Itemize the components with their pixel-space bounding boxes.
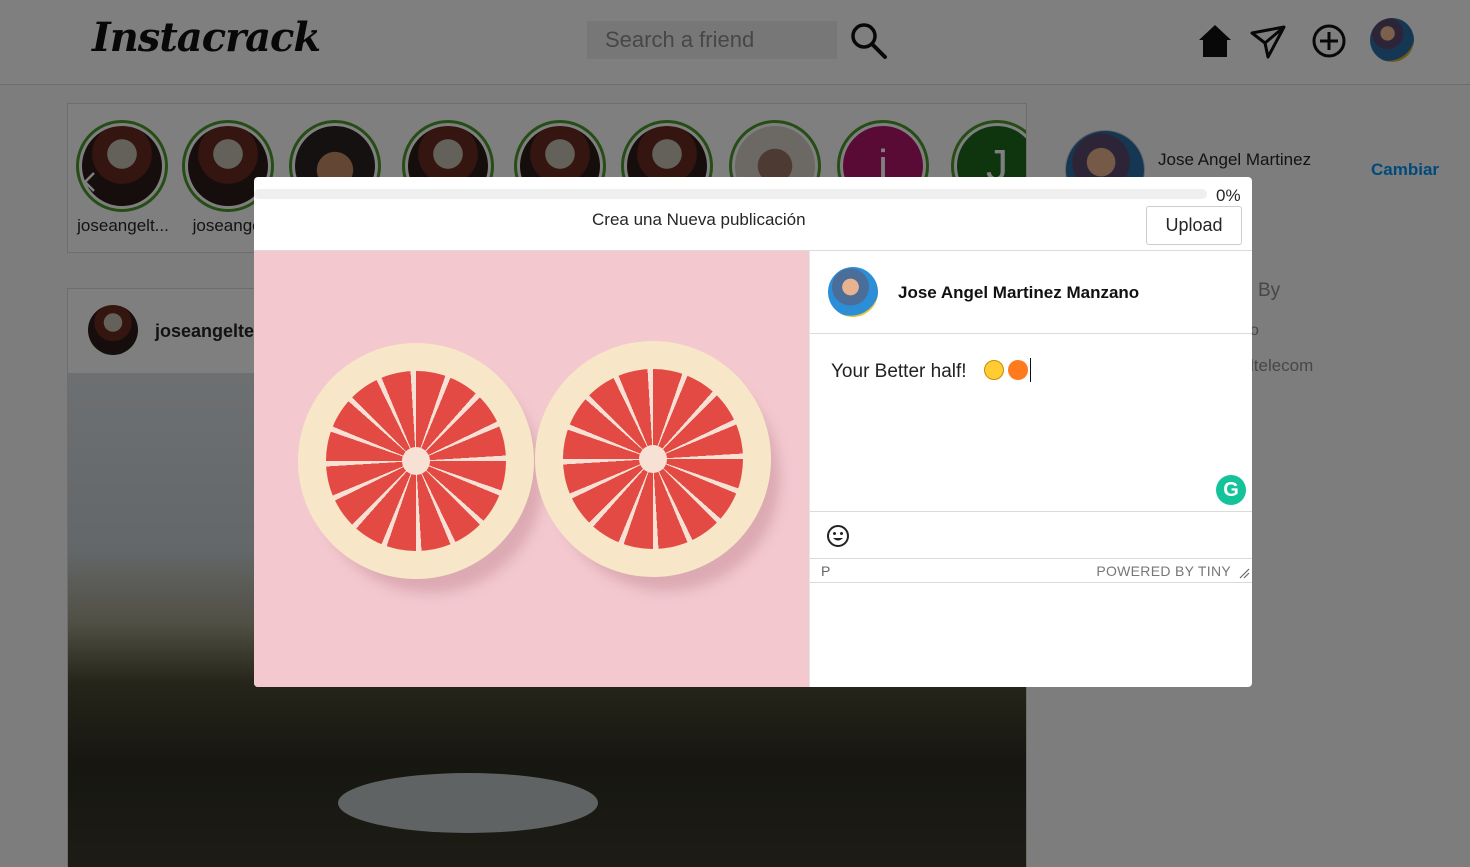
author-name: Jose Angel Martinez Manzano <box>898 283 1140 302</box>
caption-editor[interactable]: Your Better half! G <box>809 334 1252 511</box>
star-struck-emoji <box>983 360 1004 380</box>
editor-blank-area <box>809 583 1252 687</box>
element-path[interactable]: P <box>821 563 830 579</box>
grapefruit-half-right <box>535 341 781 592</box>
editor-statusbar: P POWERED BY TINY <box>809 559 1252 583</box>
modal-title: Crea una Nueva publicación <box>592 210 806 229</box>
text-caret <box>1029 358 1031 382</box>
caption-text[interactable]: Your Better half! <box>831 358 1031 383</box>
emoji-picker-icon[interactable] <box>826 524 850 548</box>
resize-handle-icon[interactable] <box>1238 567 1250 579</box>
new-post-modal: 0% Crea una Nueva publicación Upload Jos… <box>254 177 1252 687</box>
author-avatar <box>828 267 878 317</box>
grapefruit-half-left <box>298 343 544 594</box>
tangerine-emoji <box>1007 360 1028 380</box>
upload-button[interactable]: Upload <box>1146 206 1242 245</box>
upload-progress-label: 0% <box>1216 186 1241 205</box>
image-preview <box>254 251 809 687</box>
powered-by-link[interactable]: POWERED BY TINY <box>1096 563 1231 579</box>
editor-toolbar <box>809 511 1252 559</box>
caption-value: Your Better half! <box>831 361 967 382</box>
post-author-row: Jose Angel Martinez Manzano <box>809 251 1252 334</box>
grammarly-icon[interactable]: G <box>1216 475 1246 505</box>
upload-progress-bar <box>254 189 1207 199</box>
